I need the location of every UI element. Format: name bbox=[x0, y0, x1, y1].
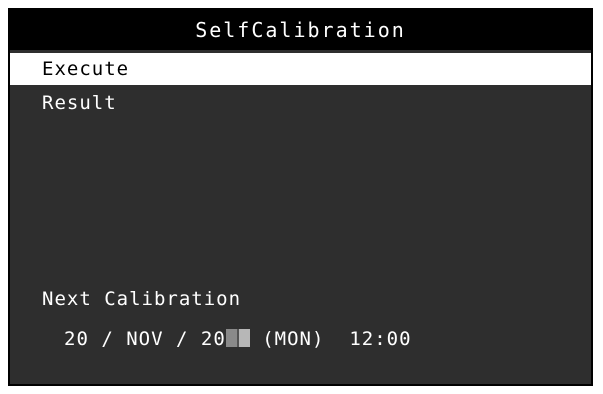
date-weekday: (MON) bbox=[262, 328, 325, 350]
next-calibration-label: Next Calibration bbox=[42, 288, 242, 310]
menu-title: SelfCalibration bbox=[10, 10, 591, 50]
menu-item-execute[interactable]: Execute bbox=[10, 53, 591, 85]
menu-item-result[interactable]: Result bbox=[10, 87, 591, 119]
date-time: 12:00 bbox=[349, 328, 412, 350]
redacted-year-digits bbox=[225, 329, 250, 347]
next-calibration-date: 20 / NOV / 20 (MON) 12:00 bbox=[64, 328, 412, 350]
monitor-frame: SelfCalibration Execute Result Next Cali… bbox=[0, 0, 603, 394]
date-year-prefix: 20 bbox=[200, 328, 226, 350]
osd-menu-panel: SelfCalibration Execute Result Next Cali… bbox=[8, 8, 593, 386]
date-day: 20 bbox=[64, 328, 89, 350]
date-month: NOV bbox=[126, 328, 164, 350]
